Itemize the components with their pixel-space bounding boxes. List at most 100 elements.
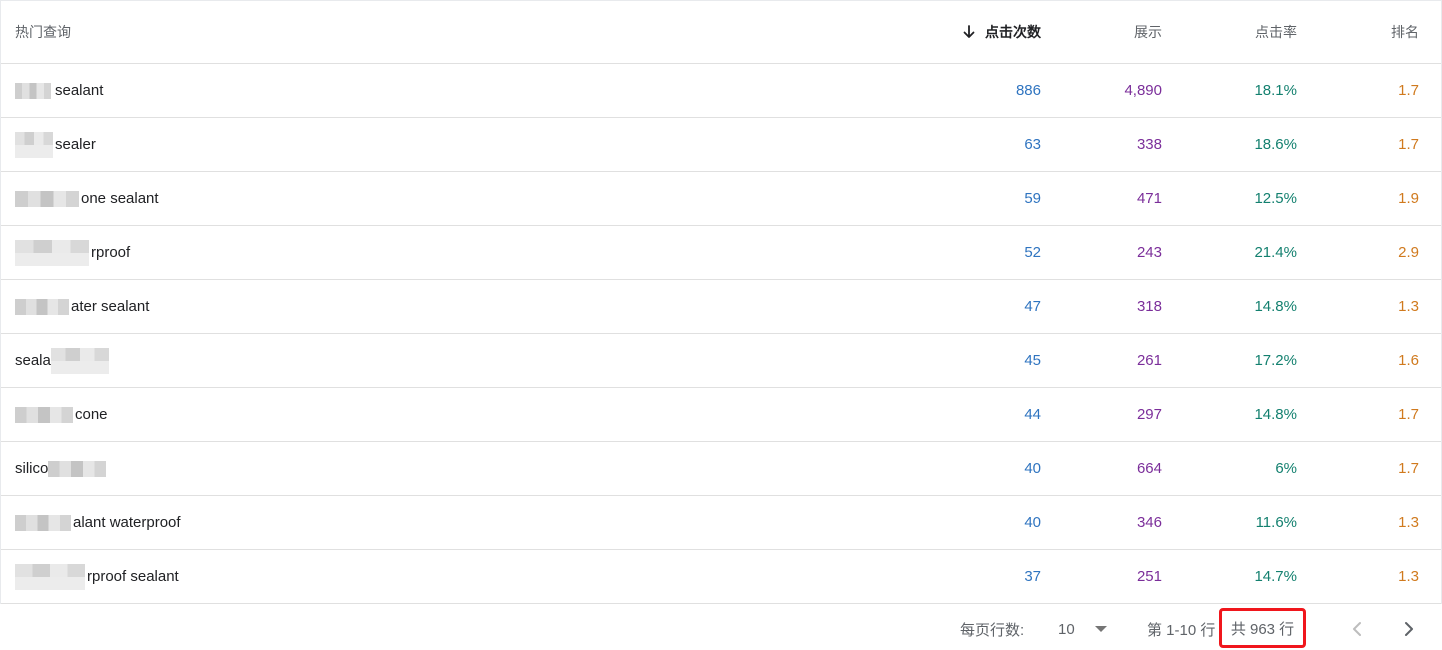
clicks-value: 40 (1024, 460, 1041, 477)
position-value: 1.7 (1398, 82, 1419, 99)
rows-per-page-value: 10 (1058, 620, 1075, 638)
position-value: 1.3 (1398, 568, 1419, 585)
clicks-value: 40 (1024, 514, 1041, 531)
position-value: 1.3 (1398, 514, 1419, 531)
redacted-text (50, 347, 109, 374)
query-cell: silico (15, 442, 615, 495)
header-clicks-label: 点击次数 (985, 24, 1041, 40)
query-cell: sealant (15, 64, 615, 117)
header-clicks[interactable]: 点击次数 (841, 1, 1041, 63)
position-value: 1.7 (1398, 460, 1419, 477)
redacted-text (15, 298, 69, 315)
clicks-value: 52 (1024, 244, 1041, 261)
redacted-text (15, 82, 51, 99)
ctr-value: 12.5% (1254, 190, 1297, 207)
redacted-text (15, 406, 73, 423)
position-value: 1.7 (1398, 406, 1419, 423)
ctr-value: 11.6% (1255, 514, 1297, 531)
position-value: 2.9 (1398, 244, 1419, 261)
query-cell: sealer (15, 118, 615, 171)
row-range: 第 1-10 行 (1147, 621, 1216, 639)
query-text: cone (75, 406, 108, 423)
total-rows-highlighted: 共 963 行 (1219, 608, 1306, 648)
rows-per-page-label: 每页行数: (960, 621, 1025, 639)
caret-down-icon (1094, 626, 1107, 632)
header-impressions[interactable]: 展示 (1042, 1, 1162, 63)
header-query-label: 热门查询 (15, 24, 71, 40)
clicks-value: 37 (1024, 568, 1041, 585)
redacted-text (15, 563, 85, 590)
clicks-value: 63 (1024, 136, 1041, 153)
impressions-value: 261 (1136, 352, 1162, 369)
query-text: seala (15, 352, 51, 369)
header-position-label: 排名 (1391, 24, 1419, 40)
chevron-left-icon (1353, 622, 1361, 636)
impressions-value: 318 (1136, 298, 1162, 315)
table-row[interactable]: silico 40 664 6% 1.7 (1, 442, 1441, 496)
redacted-text (15, 131, 53, 158)
redacted-text (15, 239, 89, 266)
header-ctr-label: 点击率 (1255, 24, 1297, 40)
header-ctr[interactable]: 点击率 (1167, 1, 1297, 63)
query-cell: one sealant (15, 172, 615, 225)
redacted-text (15, 190, 79, 207)
header-impressions-label: 展示 (1134, 24, 1162, 40)
table-row[interactable]: alant waterproof 40 346 11.6% 1.3 (1, 496, 1441, 550)
impressions-value: 4,890 (1124, 82, 1162, 99)
header-position[interactable]: 排名 (1319, 1, 1419, 63)
clicks-value: 886 (1015, 82, 1041, 99)
query-text: ater sealant (71, 298, 150, 315)
query-cell: seala (15, 334, 615, 387)
table-row[interactable]: one sealant 59 471 12.5% 1.9 (1, 172, 1441, 226)
table-row[interactable]: sealer 63 338 18.6% 1.7 (1, 118, 1441, 172)
arrow-down-icon (963, 25, 975, 38)
query-text: sealer (55, 136, 96, 153)
next-page-button[interactable] (1398, 608, 1420, 650)
position-value: 1.9 (1398, 190, 1419, 207)
table-row[interactable]: rproof sealant 37 251 14.7% 1.3 (1, 550, 1441, 604)
clicks-value: 59 (1024, 190, 1041, 207)
table-row[interactable]: sealant 886 4,890 18.1% 1.7 (1, 64, 1441, 118)
ctr-value: 18.6% (1254, 136, 1297, 153)
table-row[interactable]: rproof 52 243 21.4% 2.9 (1, 226, 1441, 280)
query-text: silico (15, 460, 49, 477)
ctr-value: 14.8% (1254, 298, 1297, 315)
table-row[interactable]: cone 44 297 14.8% 1.7 (1, 388, 1441, 442)
query-cell: rproof (15, 226, 615, 279)
table-header-row: 热门查询 点击次数 展示 点击率 排名 (1, 1, 1441, 64)
pagination-bar: 每页行数: 10 第 1-10 行 共 963 行 (0, 608, 1442, 650)
query-cell: alant waterproof (15, 496, 615, 549)
query-cell: cone (15, 388, 615, 441)
query-text: alant waterproof (73, 514, 181, 531)
prev-page-button[interactable] (1346, 608, 1368, 650)
impressions-value: 338 (1136, 136, 1162, 153)
query-text: sealant (55, 82, 104, 99)
table-row[interactable]: seala 45 261 17.2% 1.6 (1, 334, 1441, 388)
ctr-value: 21.4% (1254, 244, 1297, 261)
redacted-text (15, 514, 71, 531)
clicks-value: 45 (1024, 352, 1041, 369)
ctr-value: 14.8% (1254, 406, 1297, 423)
impressions-value: 251 (1136, 568, 1162, 585)
clicks-value: 47 (1024, 298, 1041, 315)
ctr-value: 14.7% (1254, 568, 1297, 585)
position-value: 1.6 (1398, 352, 1419, 369)
query-text: one sealant (81, 190, 159, 207)
impressions-value: 664 (1136, 460, 1162, 477)
table-row[interactable]: ater sealant 47 318 14.8% 1.3 (1, 280, 1441, 334)
impressions-value: 346 (1136, 514, 1162, 531)
query-text: rproof (91, 244, 131, 261)
queries-table: 热门查询 点击次数 展示 点击率 排名 sealant 886 4,890 18… (0, 0, 1442, 604)
redacted-text (48, 460, 107, 477)
position-value: 1.7 (1398, 136, 1419, 153)
ctr-value: 18.1% (1254, 82, 1297, 99)
query-text: rproof sealant (87, 568, 179, 585)
header-query[interactable]: 热门查询 (15, 1, 615, 63)
clicks-value: 44 (1024, 406, 1041, 423)
chevron-right-icon (1405, 622, 1413, 636)
ctr-value: 17.2% (1254, 352, 1297, 369)
position-value: 1.3 (1398, 298, 1419, 315)
ctr-value: 6% (1275, 460, 1297, 477)
impressions-value: 297 (1136, 406, 1162, 423)
rows-per-page-select[interactable]: 10 (1058, 608, 1110, 650)
